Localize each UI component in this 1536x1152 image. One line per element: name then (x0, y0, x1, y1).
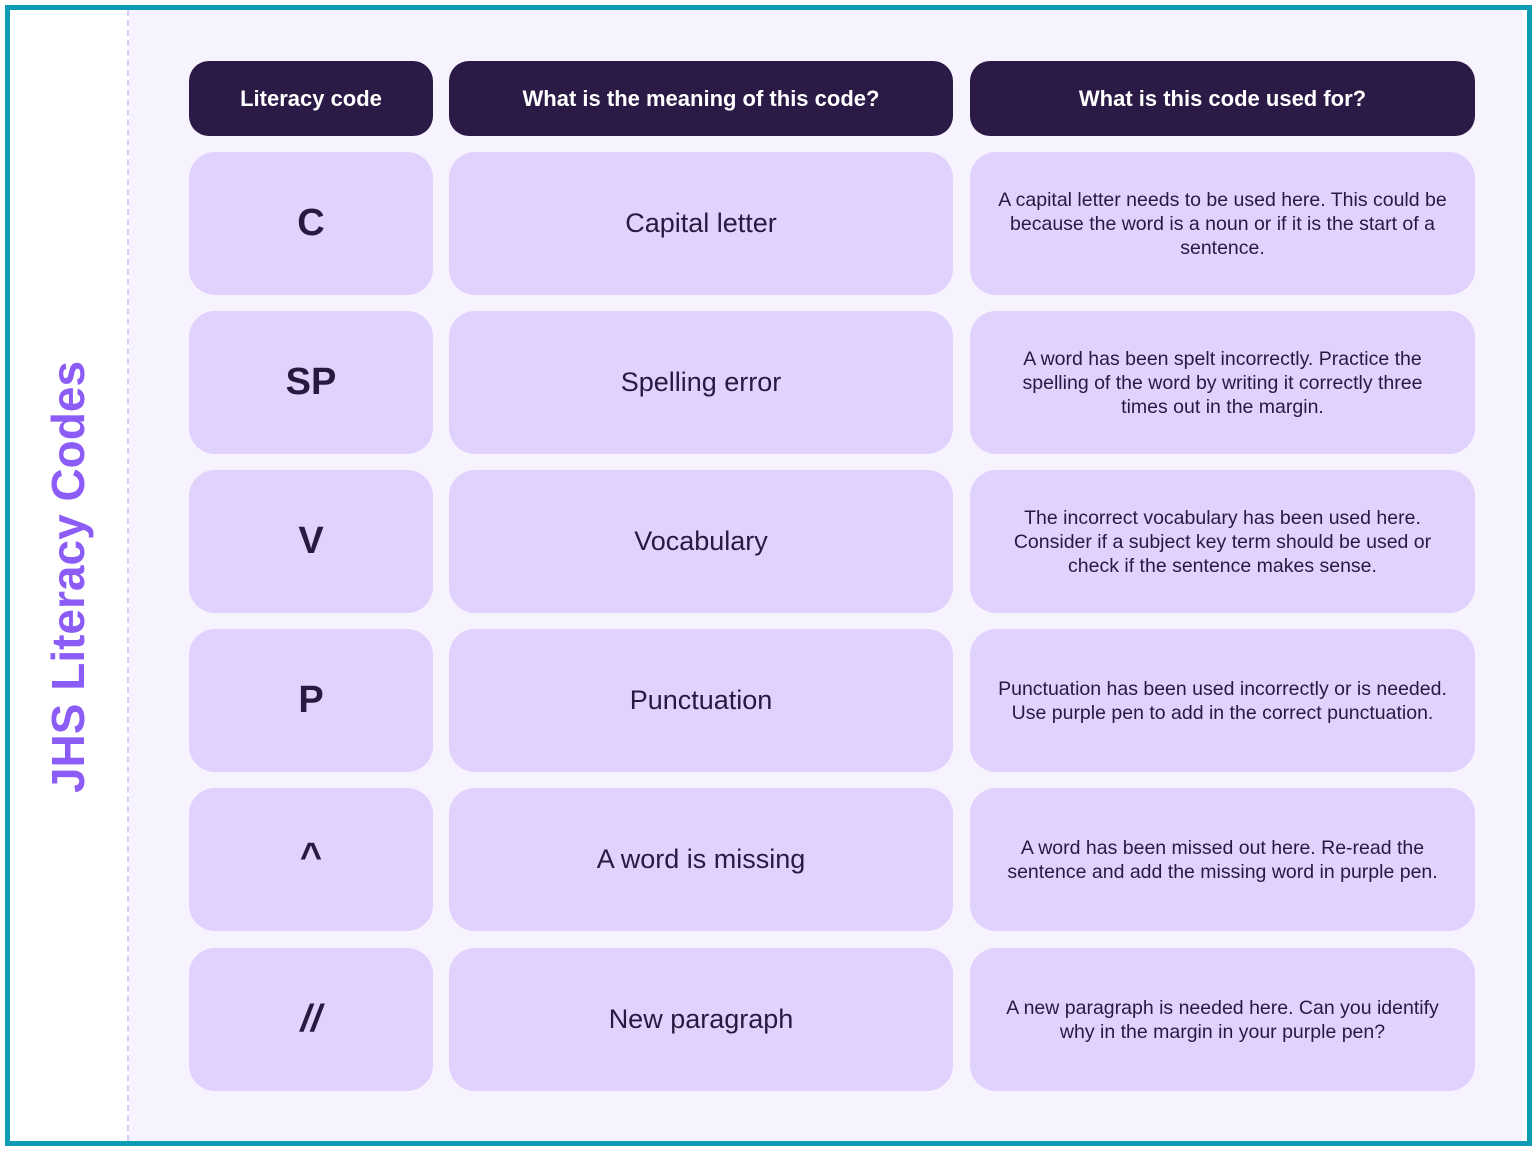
code-cell: V (189, 470, 433, 613)
meaning-cell: Punctuation (449, 629, 953, 772)
use-cell: A capital letter needs to be used here. … (970, 152, 1475, 295)
code-cell: C (189, 152, 433, 295)
meaning-cell: Vocabulary (449, 470, 953, 613)
meaning-cell: New paragraph (449, 948, 953, 1091)
use-cell: A word has been spelt incorrectly. Pract… (970, 311, 1475, 454)
code-cell: ^ (189, 788, 433, 931)
use-cell: A word has been missed out here. Re-read… (970, 788, 1475, 931)
meaning-cell: A word is missing (449, 788, 953, 931)
header-literacy-code: Literacy code (189, 61, 433, 136)
code-cell: SP (189, 311, 433, 454)
meaning-cell: Spelling error (449, 311, 953, 454)
use-cell: The incorrect vocabulary has been used h… (970, 470, 1475, 613)
code-cell: P (189, 629, 433, 772)
use-cell: Punctuation has been used incorrectly or… (970, 629, 1475, 772)
meaning-cell: Capital letter (449, 152, 953, 295)
header-meaning: What is the meaning of this code? (449, 61, 953, 136)
code-cell: // (189, 948, 433, 1091)
page-title: JHS Literacy Codes (42, 360, 94, 794)
use-cell: A new paragraph is needed here. Can you … (970, 948, 1475, 1091)
header-used-for: What is this code used for? (970, 61, 1475, 136)
